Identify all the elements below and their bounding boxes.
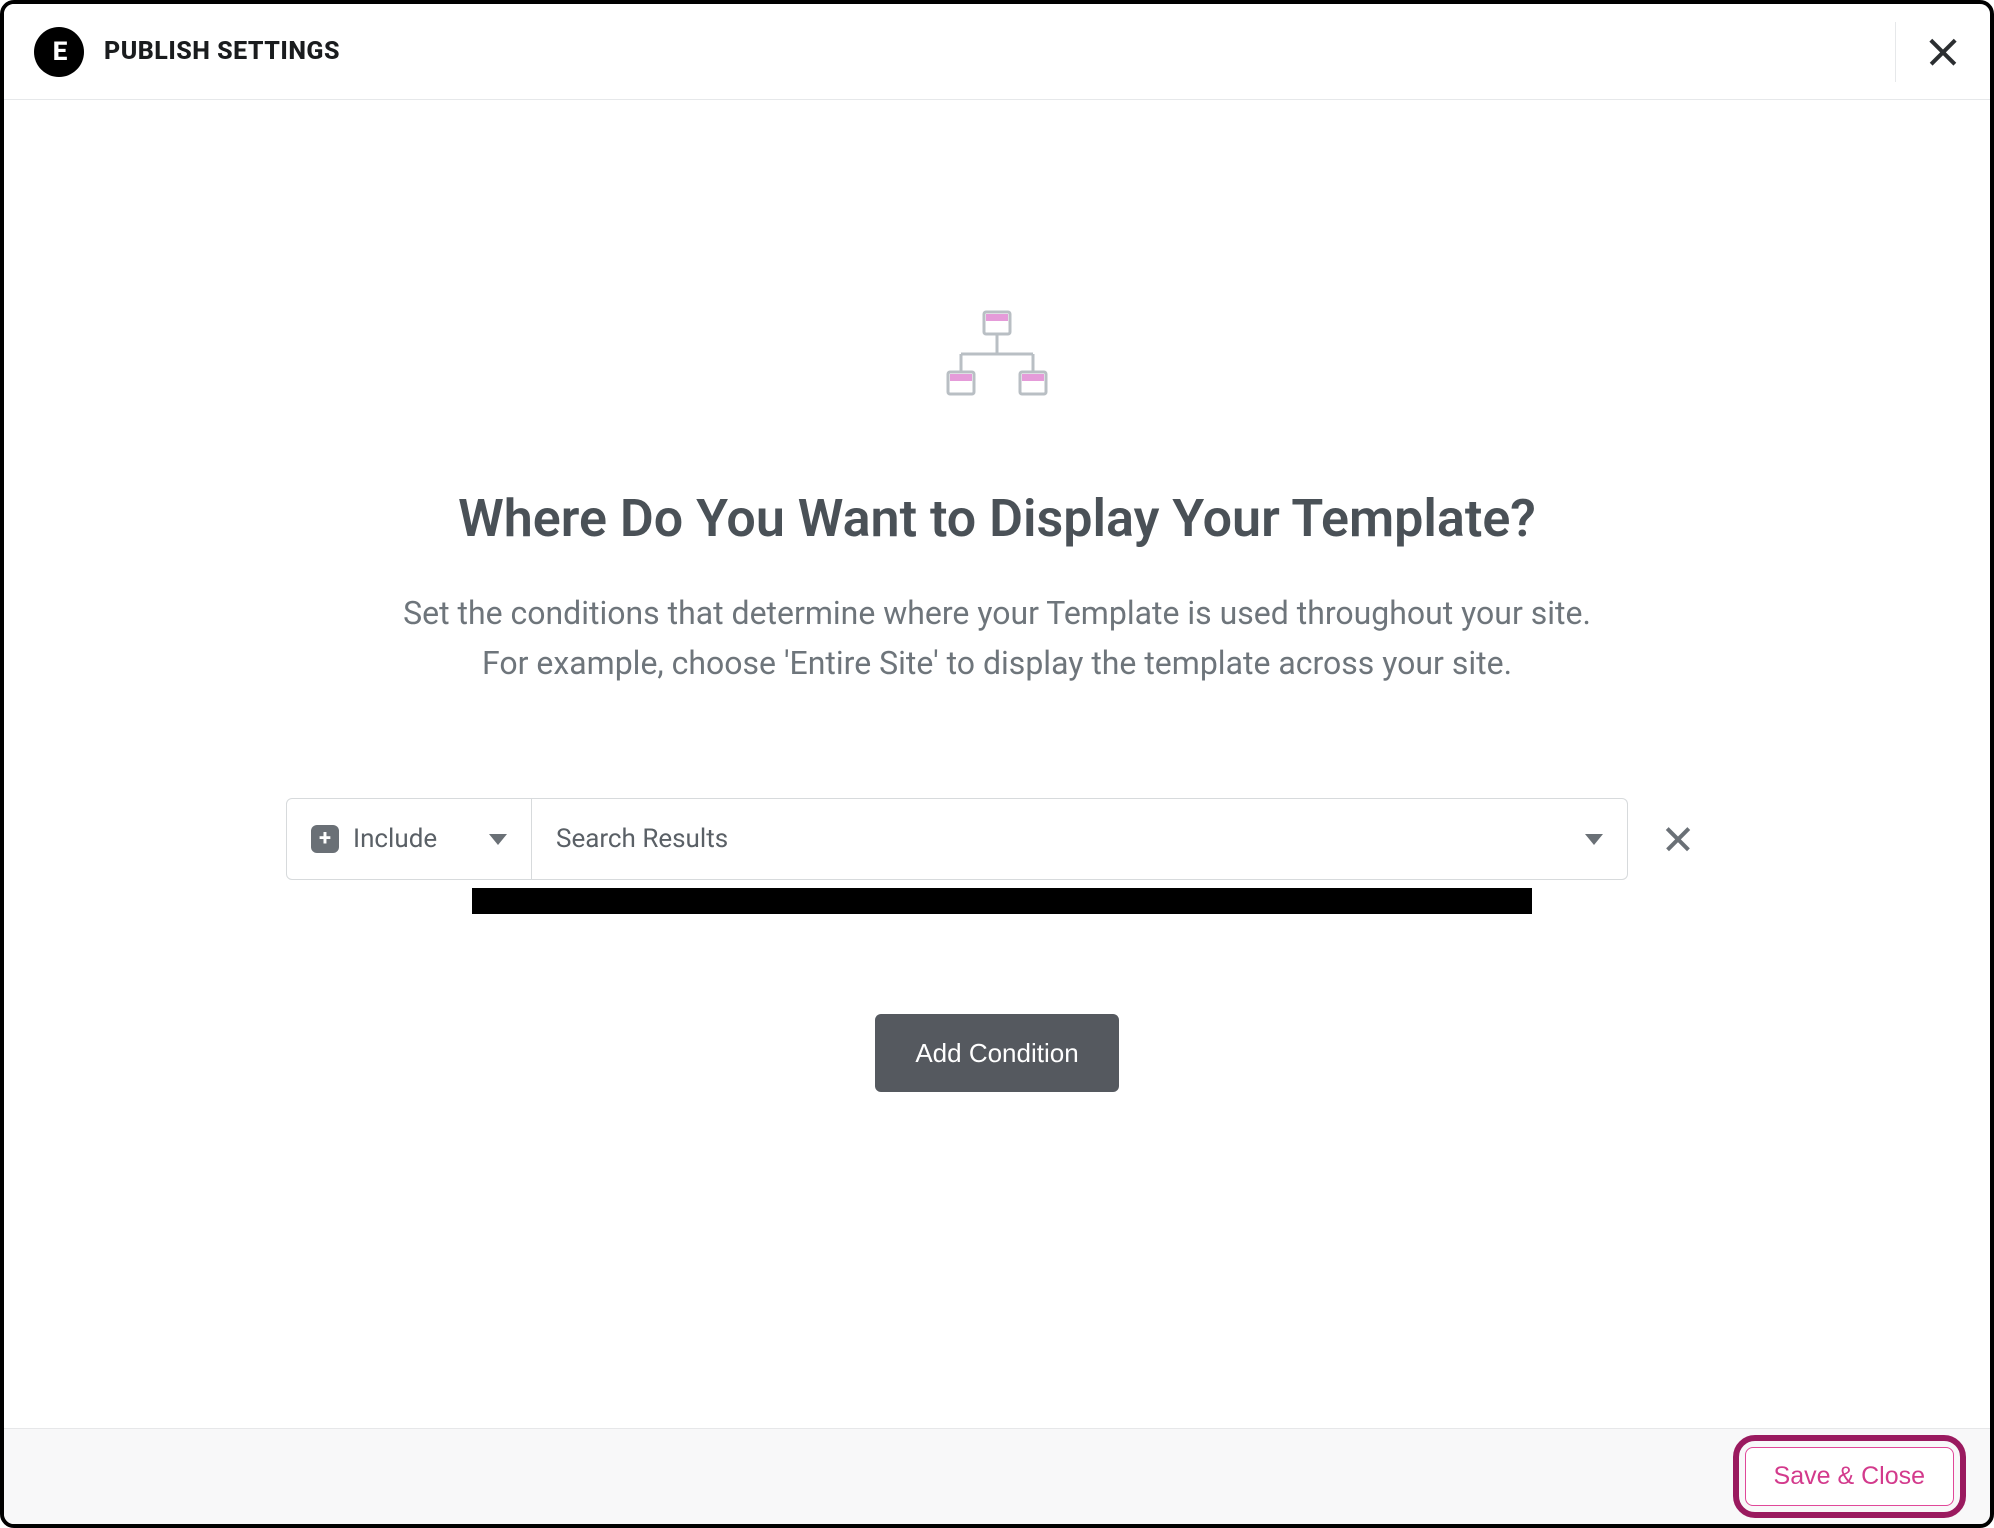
plus-icon: + (311, 825, 339, 853)
save-close-highlight: Save & Close (1733, 1435, 1966, 1518)
conditions-description-line1: Set the conditions that determine where … (403, 594, 1591, 632)
modal-body: Where Do You Want to Display Your Templa… (4, 100, 1990, 1428)
close-icon (1926, 35, 1960, 69)
condition-mode-dropdown[interactable]: + Include (286, 798, 532, 880)
conditions-description-line2: For example, choose 'Entire Site' to dis… (482, 644, 1512, 682)
modal-title: PUBLISH SETTINGS (104, 37, 340, 66)
publish-settings-modal: E PUBLISH SETTINGS (0, 0, 1994, 1528)
elementor-logo-text: E (53, 37, 66, 67)
modal-header: E PUBLISH SETTINGS (4, 4, 1990, 100)
close-icon (1663, 824, 1693, 854)
chevron-down-icon (489, 834, 507, 845)
elementor-logo-icon: E (34, 27, 84, 77)
remove-condition-button[interactable] (1648, 809, 1708, 869)
save-close-button[interactable]: Save & Close (1745, 1447, 1954, 1506)
condition-scope-dropdown[interactable]: Search Results (532, 798, 1628, 880)
add-condition-button[interactable]: Add Condition (875, 1014, 1118, 1092)
conditions-heading: Where Do You Want to Display Your Templa… (458, 488, 1536, 549)
conditions-description: Set the conditions that determine where … (403, 589, 1591, 688)
modal-close-button[interactable] (1895, 22, 1960, 82)
sitemap-icon (944, 310, 1050, 408)
condition-mode-label: Include (353, 824, 437, 854)
redaction-bar (472, 888, 1532, 914)
header-left: E PUBLISH SETTINGS (34, 27, 340, 77)
condition-row: + Include Search Results (286, 798, 1708, 880)
modal-footer: Save & Close (4, 1428, 1990, 1524)
condition-scope-label: Search Results (556, 824, 728, 854)
chevron-down-icon (1585, 834, 1603, 845)
